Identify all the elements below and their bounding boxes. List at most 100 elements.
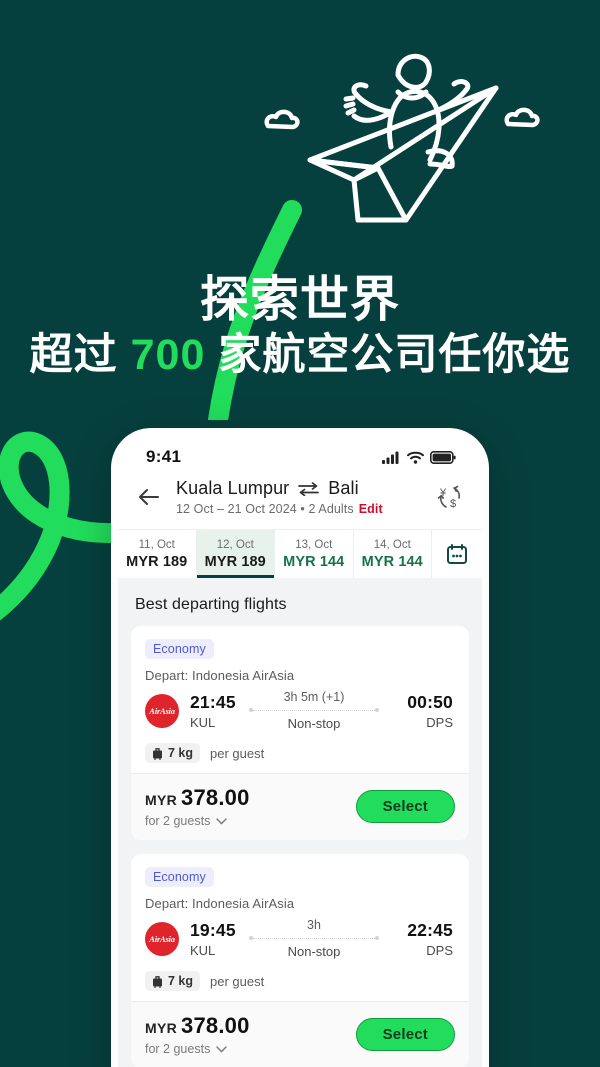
chevron-down-icon bbox=[216, 817, 228, 824]
swap-arrows-icon bbox=[298, 481, 320, 496]
baggage-weight: 7 kg bbox=[168, 974, 194, 988]
depart-airport: KUL bbox=[190, 714, 216, 730]
back-button[interactable] bbox=[132, 480, 166, 514]
duration-block: 3h 5m (+1) Non-stop bbox=[243, 690, 385, 731]
status-clock: 9:41 bbox=[146, 447, 182, 466]
calendar-icon bbox=[447, 544, 467, 564]
flight-card[interactable]: Economy Depart: Indonesia AirAsia AirAsi… bbox=[131, 626, 469, 840]
cloud-right-icon bbox=[504, 107, 540, 128]
baggage-note: per guest bbox=[210, 973, 265, 989]
flight-price-row: MYR 378.00 for 2 guests Select bbox=[131, 1001, 469, 1067]
cabin-badge: Economy bbox=[145, 867, 214, 887]
phone-mockup: 9:41 Kuala Lumpur Bali 12 Oct – 21 Oct 2… bbox=[111, 428, 489, 1067]
flight-card[interactable]: Economy Depart: Indonesia AirAsia AirAsi… bbox=[131, 854, 469, 1067]
date-tab-day: 12, Oct bbox=[216, 539, 254, 551]
price-note: for 2 guests bbox=[145, 814, 211, 828]
depart-time: 21:45 bbox=[190, 691, 236, 712]
date-tab-day: 14, Oct bbox=[373, 539, 411, 551]
date-tab-0[interactable]: 11, Oct MYR 189 bbox=[118, 530, 197, 578]
depart-airline-label: Depart: Indonesia AirAsia bbox=[145, 896, 295, 911]
price-amount: 378.00 bbox=[181, 785, 250, 810]
date-tab-3[interactable]: 14, Oct MYR 144 bbox=[354, 530, 432, 578]
route-line: Kuala Lumpur Bali bbox=[176, 478, 420, 499]
price-note: for 2 guests bbox=[145, 1042, 211, 1056]
duration-line bbox=[249, 708, 379, 712]
baggage-pill: 7 kg bbox=[145, 971, 201, 991]
price-currency: MYR bbox=[145, 792, 178, 808]
search-header: Kuala Lumpur Bali 12 Oct – 21 Oct 2024 •… bbox=[118, 475, 482, 529]
price-block: MYR 378.00 for 2 guests bbox=[145, 1013, 250, 1056]
flight-price-row: MYR 378.00 for 2 guests Select bbox=[131, 773, 469, 840]
depart-time: 19:45 bbox=[190, 919, 236, 940]
stops-label: Non-stop bbox=[287, 716, 341, 731]
chevron-down-icon bbox=[216, 1045, 228, 1052]
arrive-time: 22:45 bbox=[407, 919, 453, 940]
arrive-time: 00:50 bbox=[407, 691, 453, 712]
date-tab-day: 11, Oct bbox=[138, 539, 175, 551]
baggage-weight: 7 kg bbox=[168, 746, 194, 760]
currency-exchange-icon: ¥ $ bbox=[437, 485, 461, 510]
price-line: MYR 378.00 bbox=[145, 785, 250, 811]
depart-airline-label: Depart: Indonesia AirAsia bbox=[145, 668, 295, 683]
battery-icon bbox=[430, 450, 456, 464]
cloud-left-icon bbox=[264, 109, 300, 130]
headline-suffix: 家航空公司任你选 bbox=[205, 331, 571, 379]
baggage-note: per guest bbox=[210, 745, 265, 761]
signal-icon bbox=[382, 451, 399, 464]
date-tab-2[interactable]: 13, Oct MYR 144 bbox=[275, 530, 354, 578]
calendar-button[interactable] bbox=[432, 530, 482, 578]
headline-line-1: 探索世界 bbox=[199, 273, 400, 327]
flight-leg: AirAsia 21:45 KUL 3h 5m (+1) Non-stop 00… bbox=[145, 690, 455, 731]
arrive-block: 00:50 DPS bbox=[385, 692, 455, 730]
select-button[interactable]: Select bbox=[355, 1018, 455, 1051]
destination-label: Bali bbox=[328, 478, 359, 498]
date-tab-price: MYR 144 bbox=[283, 554, 345, 570]
arrive-airport: DPS bbox=[426, 942, 453, 958]
flight-card-body: Economy Depart: Indonesia AirAsia AirAsi… bbox=[131, 854, 469, 1001]
baggage-icon bbox=[153, 975, 162, 988]
flight-duration: 3h bbox=[307, 918, 321, 932]
flight-leg: AirAsia 19:45 KUL 3h Non-stop 22:45 DPS bbox=[145, 918, 455, 959]
depart-block: 19:45 KUL bbox=[179, 920, 243, 958]
duration-block: 3h Non-stop bbox=[243, 918, 385, 959]
headline-line-2: 超过 700 家航空公司任你选 bbox=[0, 330, 600, 380]
price-amount: 378.00 bbox=[181, 1013, 250, 1038]
line-end-dot bbox=[375, 936, 379, 940]
promo-banner: 探索世界 超过 700 家航空公司任你选 9:41 Kuala Lumpur B… bbox=[0, 0, 600, 1067]
flight-card-body: Economy Depart: Indonesia AirAsia AirAsi… bbox=[131, 626, 469, 773]
duration-line bbox=[249, 936, 379, 940]
date-tab-day: 13, Oct bbox=[295, 539, 333, 551]
wifi-icon bbox=[407, 451, 424, 464]
price-note-row[interactable]: for 2 guests bbox=[145, 814, 250, 828]
svg-text:$: $ bbox=[450, 498, 456, 510]
baggage-icon bbox=[153, 747, 162, 760]
airasia-logo: AirAsia bbox=[145, 693, 179, 728]
phone-screen: 9:41 Kuala Lumpur Bali 12 Oct – 21 Oct 2… bbox=[118, 435, 482, 1067]
trip-details: 12 Oct – 21 Oct 2024 • 2 Adults Edit bbox=[176, 502, 420, 516]
select-button[interactable]: Select bbox=[355, 790, 455, 823]
date-tab-1[interactable]: 12, Oct MYR 189 bbox=[196, 530, 275, 578]
status-bar: 9:41 bbox=[118, 435, 482, 475]
airasia-logo: AirAsia bbox=[145, 921, 179, 956]
line-dash bbox=[253, 709, 375, 711]
route-summary[interactable]: Kuala Lumpur Bali 12 Oct – 21 Oct 2024 •… bbox=[174, 478, 420, 516]
svg-text:¥: ¥ bbox=[439, 487, 447, 499]
currency-button[interactable]: ¥ $ bbox=[428, 477, 468, 517]
edit-link[interactable]: Edit bbox=[359, 502, 383, 516]
date-tab-price: MYR 189 bbox=[204, 554, 266, 570]
price-currency: MYR bbox=[145, 1020, 178, 1036]
stops-label: Non-stop bbox=[287, 944, 341, 959]
depart-block: 21:45 KUL bbox=[179, 692, 243, 730]
arrow-left-icon bbox=[139, 489, 159, 505]
flight-duration: 3h 5m (+1) bbox=[283, 690, 345, 704]
section-title: Best departing flights bbox=[135, 596, 287, 613]
baggage-row: 7 kg per guest bbox=[145, 971, 455, 991]
headline-number: 700 bbox=[130, 331, 206, 379]
price-note-row[interactable]: for 2 guests bbox=[145, 1042, 250, 1056]
price-line: MYR 378.00 bbox=[145, 1013, 250, 1039]
line-end-dot bbox=[375, 708, 379, 712]
trip-dates-pax: 12 Oct – 21 Oct 2024 • 2 Adults bbox=[176, 502, 354, 516]
headline-prefix: 超过 bbox=[29, 331, 131, 379]
line-dash bbox=[253, 937, 375, 939]
status-icons bbox=[382, 450, 456, 464]
